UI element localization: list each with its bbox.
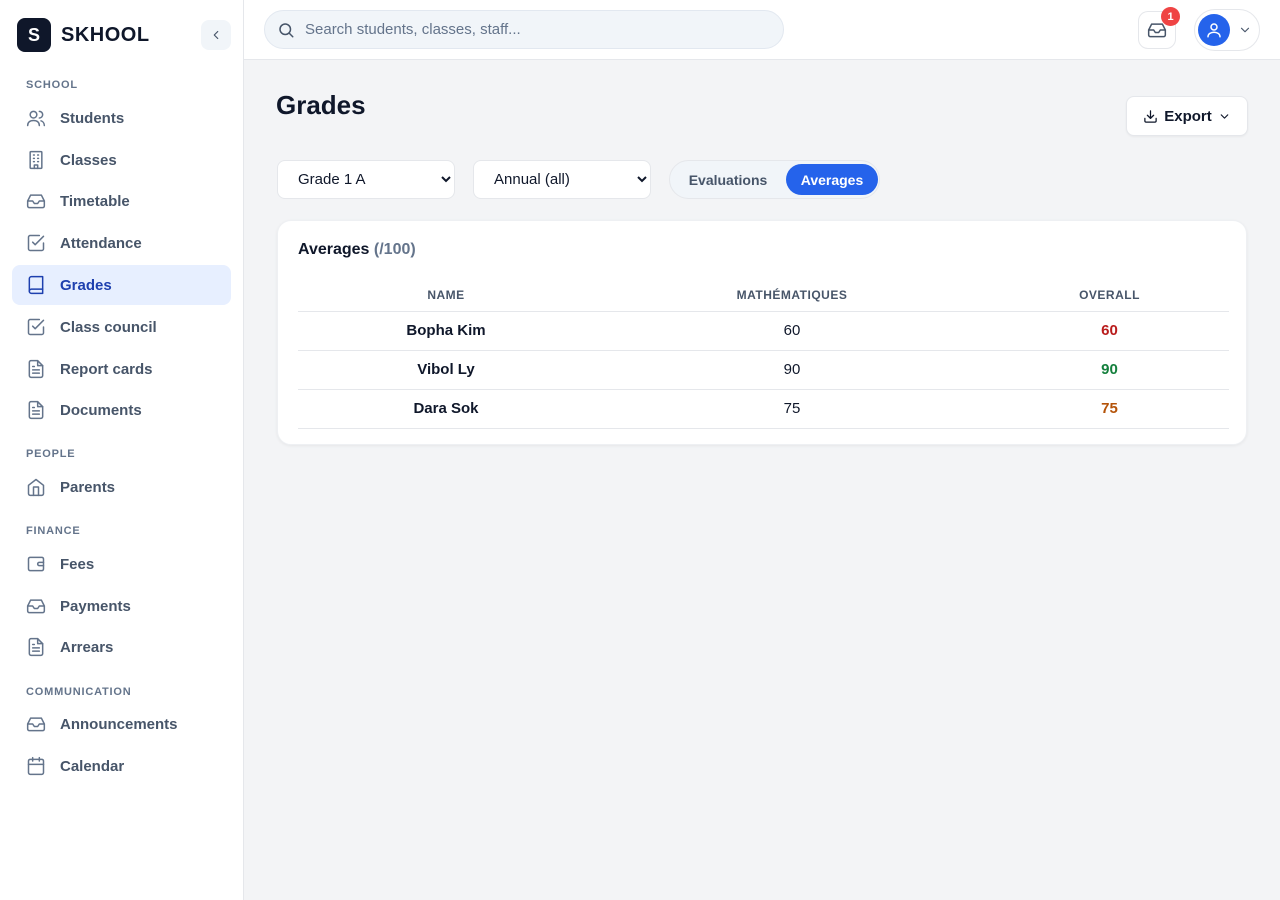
export-button[interactable]: Export <box>1126 96 1248 136</box>
section-label-communication: COMMUNICATION <box>26 686 132 698</box>
sidebar-item-label: Students <box>60 109 125 127</box>
search-icon <box>279 22 294 37</box>
users-icon <box>26 108 46 128</box>
sidebar-item-label: Timetable <box>60 192 130 210</box>
chevron-down-icon <box>1238 23 1252 37</box>
averages-card: Averages (/100) NAME MATHÉMATIQUES OVERA… <box>277 220 1247 445</box>
student-name: Dara Sok <box>298 389 594 429</box>
chevron-left-icon <box>213 30 219 40</box>
sidebar-item-arrears[interactable]: Arrears <box>12 627 231 667</box>
section-label-finance: FINANCE <box>26 525 81 537</box>
sidebar-item-label: Payments <box>60 597 131 615</box>
document-icon <box>26 637 46 657</box>
card-title-text: Averages <box>298 241 370 258</box>
brand-name: SKHOOL <box>61 23 150 46</box>
table-row[interactable]: Dara Sok 75 75 <box>298 389 1229 429</box>
chevron-down-icon <box>1220 113 1229 119</box>
sidebar-item-label: Documents <box>60 401 142 419</box>
sidebar-item-label: Report cards <box>60 360 153 378</box>
search-bar[interactable] <box>264 10 784 49</box>
calendar-icon <box>26 756 46 776</box>
sidebar-item-label: Fees <box>60 555 95 573</box>
sidebar-item-label: Grades <box>60 276 112 294</box>
document-icon <box>26 359 46 379</box>
table-row[interactable]: Vibol Ly 90 90 <box>298 350 1229 390</box>
math-grade: 60 <box>594 311 990 351</box>
sidebar-item-timetable[interactable]: Timetable <box>12 181 231 221</box>
building-icon <box>26 150 46 170</box>
document-icon <box>26 400 46 420</box>
user-icon <box>1207 23 1221 38</box>
wallet-icon <box>26 554 46 574</box>
overall-grade: 60 <box>990 311 1229 351</box>
math-grade: 90 <box>594 350 990 390</box>
overall-grade: 90 <box>990 350 1229 390</box>
sidebar-item-calendar[interactable]: Calendar <box>12 746 231 786</box>
sidebar-item-label: Calendar <box>60 757 125 775</box>
sidebar-item-label: Announcements <box>60 715 178 733</box>
card-title-suffix: (/100) <box>373 241 416 258</box>
home-icon <box>26 477 46 497</box>
section-label-people: PEOPLE <box>26 448 76 460</box>
card-title: Averages (/100) <box>298 241 416 259</box>
period-select[interactable]: Annual (all) <box>473 160 651 199</box>
overall-grade: 75 <box>990 389 1229 429</box>
sidebar-item-announcements[interactable]: Announcements <box>12 704 231 744</box>
collapse-sidebar-button[interactable] <box>201 20 231 50</box>
sidebar-item-label: Attendance <box>60 234 142 252</box>
page-title: Grades <box>276 90 366 120</box>
table-header-row: NAME MATHÉMATIQUES OVERALL <box>298 279 1229 312</box>
section-label-school: SCHOOL <box>26 79 78 91</box>
class-select[interactable]: Grade 1 A <box>277 160 455 199</box>
table-row[interactable]: Bopha Kim 60 60 <box>298 311 1229 351</box>
column-header-math[interactable]: MATHÉMATIQUES <box>594 279 990 312</box>
topbar: 1 <box>244 0 1280 60</box>
sidebar-item-grades[interactable]: Grades <box>12 265 231 305</box>
book-icon <box>26 275 46 295</box>
search-input[interactable] <box>305 21 775 38</box>
column-header-name[interactable]: NAME <box>298 279 594 312</box>
brand-logo: S <box>17 18 51 52</box>
sidebar: S SKHOOL SCHOOL Students Classes Timetab… <box>0 0 244 900</box>
averages-table: NAME MATHÉMATIQUES OVERALL Bopha Kim 60 … <box>298 279 1229 429</box>
checkbox-icon <box>26 233 46 253</box>
checkbox-icon <box>26 317 46 337</box>
sidebar-item-fees[interactable]: Fees <box>12 544 231 584</box>
sidebar-item-report-cards[interactable]: Report cards <box>12 349 231 389</box>
inbox-icon <box>26 714 46 734</box>
sidebar-item-parents[interactable]: Parents <box>12 467 231 507</box>
column-header-overall[interactable]: OVERALL <box>990 279 1229 312</box>
avatar <box>1198 14 1230 46</box>
sidebar-item-label: Parents <box>60 478 116 496</box>
student-name: Bopha Kim <box>298 311 594 351</box>
sidebar-item-students[interactable]: Students <box>12 98 231 138</box>
sidebar-item-payments[interactable]: Payments <box>12 586 231 626</box>
sidebar-item-class-council[interactable]: Class council <box>12 307 231 347</box>
inbox-icon <box>26 191 46 211</box>
sidebar-item-documents[interactable]: Documents <box>12 390 231 430</box>
export-label: Export <box>1164 107 1212 125</box>
inbox-icon <box>26 596 46 616</box>
sidebar-item-label: Classes <box>60 151 117 169</box>
math-grade: 75 <box>594 389 990 429</box>
view-toggle: Evaluations Averages <box>669 160 880 199</box>
tab-evaluations[interactable]: Evaluations <box>674 164 782 195</box>
sidebar-item-attendance[interactable]: Attendance <box>12 223 231 263</box>
tab-averages[interactable]: Averages <box>786 164 878 195</box>
student-name: Vibol Ly <box>298 350 594 390</box>
notification-badge: 1 <box>1161 7 1180 26</box>
user-menu-button[interactable] <box>1194 9 1260 51</box>
sidebar-item-classes[interactable]: Classes <box>12 140 231 180</box>
sidebar-item-label: Class council <box>60 318 157 336</box>
brand[interactable]: S SKHOOL <box>17 18 150 52</box>
sidebar-item-label: Arrears <box>60 638 114 656</box>
download-icon <box>1144 109 1157 123</box>
